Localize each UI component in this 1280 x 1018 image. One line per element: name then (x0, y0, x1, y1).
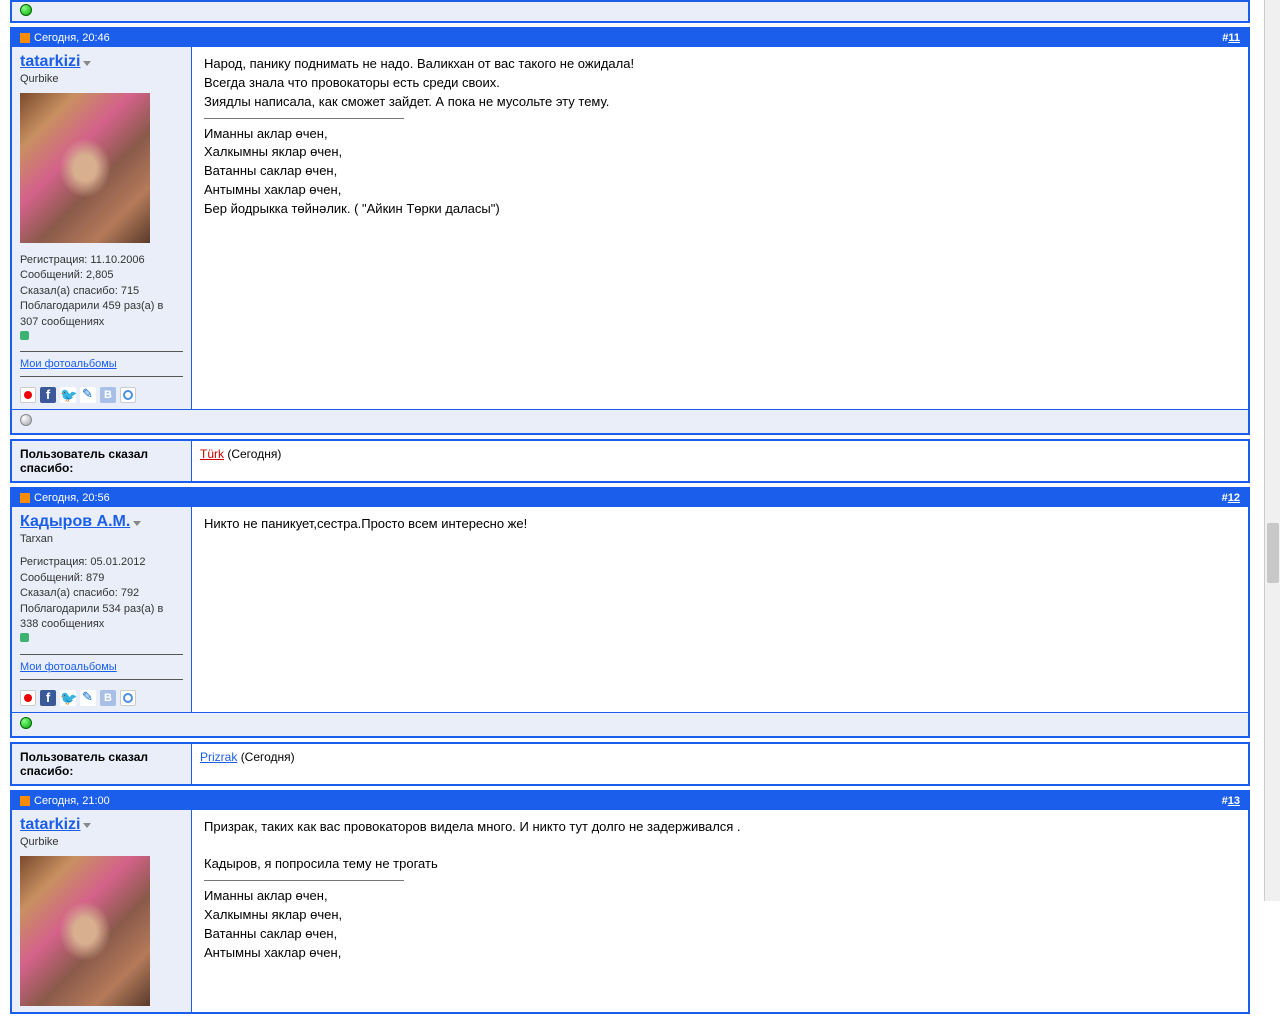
signature-line: Иманны аклар өчен, (204, 125, 1236, 144)
user-title: Qurbike (20, 836, 183, 848)
thanks-when: (Сегодня) (241, 750, 295, 764)
chevron-down-icon[interactable] (83, 823, 91, 828)
user-title: Tarxan (20, 533, 183, 545)
username-link[interactable]: Кадыров А.М. (20, 513, 130, 530)
signature-divider (204, 880, 404, 881)
livejournal-icon[interactable] (80, 387, 96, 403)
user-info: Кадыров А.М. Tarxan Регистрация: 05.01.201… (12, 507, 192, 711)
thanks-user-link[interactable]: Prizrak (200, 750, 237, 764)
thanks-block: Пользователь сказал cпасибо:Türk (Сегодн… (10, 439, 1250, 483)
post-header: Сегодня, 21:00 #13 (12, 792, 1248, 810)
divider (20, 351, 183, 352)
thanks-users: Prizrak (Сегодня) (192, 744, 1248, 784)
post-header: Сегодня, 20:46 #11 (12, 29, 1248, 47)
post-text-line: Призрак, таких как вас провокаторов виде… (204, 818, 1236, 837)
thanks-block: Пользователь сказал cпасибо:Prizrak (Сег… (10, 742, 1250, 786)
post-text-line: Народ, панику поднимать не надо. Валикха… (204, 55, 1236, 74)
post-number[interactable]: #12 (1222, 492, 1240, 504)
post-status-row (12, 712, 1248, 736)
facebook-icon[interactable]: f (40, 690, 56, 706)
post: Сегодня, 20:56 #12 Кадыров А.М. Tarxan Регис… (10, 487, 1250, 737)
ok-icon[interactable] (120, 690, 136, 706)
post: Сегодня, 21:00 #13 tatarkizi Qurbike Призрак… (10, 790, 1250, 1014)
signature-line: Иманны аклар өчен, (204, 887, 1236, 906)
thanks-when: (Сегодня) (227, 447, 281, 461)
post-text-line: Никто не паникует,сестра.Просто всем инт… (204, 515, 1236, 534)
signature-line: Бер йодрыкка төйнәлик. ( "Айкин Төрки да… (204, 200, 1236, 219)
user-reg-date: Регистрация: 11.10.2006 (20, 253, 183, 268)
twitter-icon[interactable]: 🐦 (60, 387, 76, 403)
post-content: Никто не паникует,сестра.Просто всем инт… (192, 507, 1248, 711)
vk-icon[interactable]: B (100, 387, 116, 403)
user-reg-date: Регистрация: 05.01.2012 (20, 555, 183, 570)
chevron-down-icon[interactable] (83, 61, 91, 66)
username-link[interactable]: tatarkizi (20, 53, 80, 70)
thanks-user-link[interactable]: Türk (200, 447, 224, 461)
scrollbar[interactable] (1264, 0, 1280, 901)
vk-icon[interactable]: B (100, 690, 116, 706)
signature-line: Ватанны саклар өчен, (204, 162, 1236, 181)
user-thanks-said: Сказал(а) спасибо: 792 (20, 586, 183, 601)
photo-albums-link[interactable]: Мои фотоальбомы (20, 661, 117, 673)
post-number[interactable]: #13 (1222, 795, 1240, 807)
thanks-label: Пользователь сказал cпасибо: (12, 744, 192, 784)
user-info: tatarkizi Qurbike (12, 810, 192, 1012)
reputation-icon (20, 331, 29, 340)
offline-icon (20, 414, 32, 426)
prev-post-status (10, 0, 1250, 23)
post-content: Народ, панику поднимать не надо. Валикха… (192, 47, 1248, 409)
twitter-icon[interactable]: 🐦 (60, 690, 76, 706)
ok-icon[interactable] (120, 387, 136, 403)
avatar[interactable] (20, 93, 150, 243)
old-post-icon (20, 493, 30, 503)
signature-line: Ватанны саклар өчен, (204, 925, 1236, 944)
post-date: Сегодня, 21:00 (34, 795, 110, 807)
signature-line: Антымны хаклар өчен, (204, 944, 1236, 963)
user-thanks-said: Сказал(а) спасибо: 715 (20, 284, 183, 299)
old-post-icon (20, 796, 30, 806)
signature-line: Антымны хаклар өчен, (204, 181, 1236, 200)
divider (20, 679, 183, 680)
old-post-icon (20, 33, 30, 43)
online-icon (20, 717, 32, 729)
signature-line: Халкымны яклар өчен, (204, 906, 1236, 925)
user-title: Qurbike (20, 73, 183, 85)
avatar[interactable] (20, 856, 150, 1006)
post-text-line: Всегда знала что провокаторы есть среди … (204, 74, 1236, 93)
username-link[interactable]: tatarkizi (20, 816, 80, 833)
livejournal-icon[interactable] (80, 690, 96, 706)
post-text-line: Зиядлы написала, как сможет зайдет. А по… (204, 93, 1236, 112)
photo-albums-link[interactable]: Мои фотоальбомы (20, 358, 117, 370)
post-date: Сегодня, 20:56 (34, 492, 110, 504)
post-content: Призрак, таких как вас провокаторов виде… (192, 810, 1248, 1012)
user-info: tatarkiziQurbikeРегистрация: 11.10.2006С… (12, 47, 192, 409)
post: Сегодня, 20:46 #11 tatarkizi Qurbike Регистр… (10, 27, 1250, 435)
user-thanks-got: Поблагодарили 534 раз(а) в 338 сообщения… (20, 602, 183, 633)
user-msg-count: Сообщений: 2,805 (20, 268, 183, 283)
post-text-line: Кадыров, я попросила тему не трогать (204, 855, 1236, 874)
facebook-icon[interactable]: f (40, 387, 56, 403)
share-icon[interactable] (20, 690, 36, 706)
divider (20, 654, 183, 655)
thanks-label: Пользователь сказал cпасибо: (12, 441, 192, 481)
divider (20, 376, 183, 377)
post-date: Сегодня, 20:46 (34, 32, 110, 44)
reputation-icon (20, 633, 29, 642)
online-icon (20, 4, 32, 16)
signature-divider (204, 118, 404, 119)
post-text-line (204, 837, 1236, 856)
post-status-row (12, 409, 1248, 433)
post-number[interactable]: #11 (1222, 32, 1240, 44)
signature-line: Халкымны яклар өчен, (204, 143, 1236, 162)
post-header: Сегодня, 20:56 #12 (12, 489, 1248, 507)
user-thanks-got: Поблагодарили 459 раз(а) в 307 сообщения… (20, 299, 183, 330)
user-msg-count: Сообщений: 879 (20, 571, 183, 586)
share-icon[interactable] (20, 387, 36, 403)
thanks-users: Türk (Сегодня) (192, 441, 1248, 481)
scroll-thumb[interactable] (1267, 523, 1279, 583)
chevron-down-icon[interactable] (133, 521, 141, 526)
